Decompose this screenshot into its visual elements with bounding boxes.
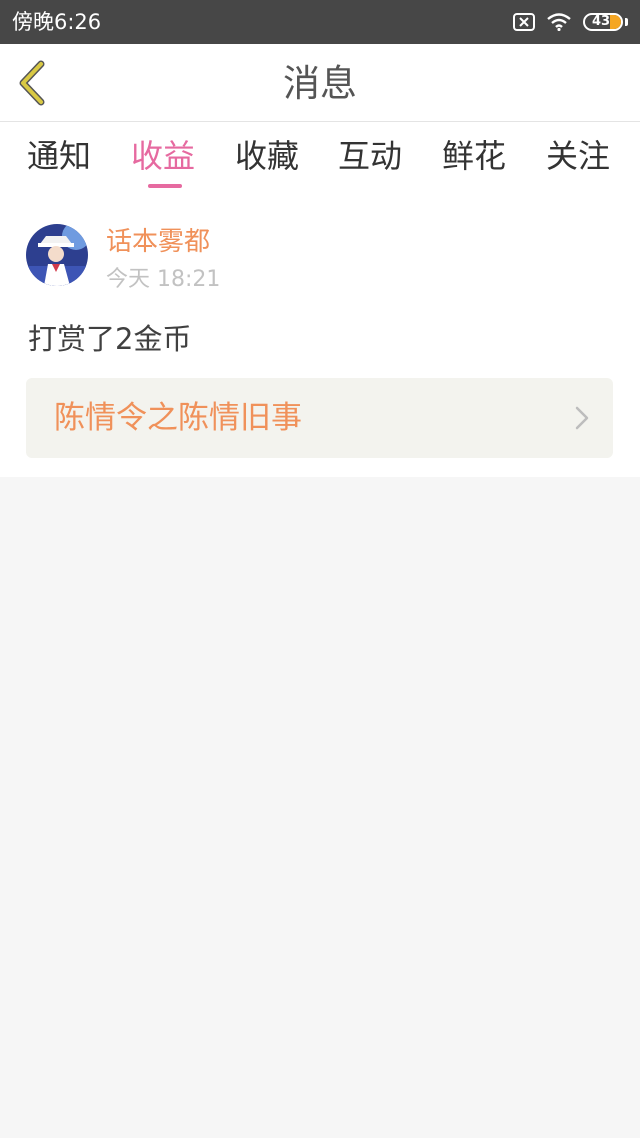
message-card: 话本雾都 今天 18:21 打赏了2金币 陈情令之陈情旧事 [0, 196, 640, 477]
timestamp: 今天 18:21 [106, 267, 221, 292]
active-tab-indicator [148, 184, 182, 188]
tab-interactions[interactable]: 互动 [338, 136, 402, 176]
battery-icon: 43 [583, 13, 623, 31]
book-link[interactable]: 陈情令之陈情旧事 [26, 378, 613, 458]
tab-notifications[interactable]: 通知 [27, 136, 91, 176]
tab-earnings[interactable]: 收益 [131, 136, 195, 176]
status-bar: 傍晚6:26 43 [0, 0, 640, 44]
status-time: 傍晚6:26 [12, 10, 102, 34]
message-text: 打赏了2金币 [28, 322, 192, 356]
username[interactable]: 话本雾都 [106, 226, 210, 258]
chevron-right-icon [575, 406, 589, 430]
tab-favorites[interactable]: 收藏 [235, 136, 299, 176]
sim-card-disabled-icon [513, 13, 535, 31]
tab-following[interactable]: 关注 [546, 136, 610, 176]
book-title: 陈情令之陈情旧事 [54, 400, 302, 436]
tab-bar: 通知 收益 收藏 互动 鲜花 关注 [0, 122, 640, 196]
battery-cap [625, 18, 628, 26]
wifi-icon [547, 13, 571, 31]
page-title: 消息 [283, 62, 357, 105]
header: 消息 [0, 44, 640, 122]
battery-level: 43 [591, 14, 611, 29]
status-icons: 43 [513, 10, 628, 34]
avatar[interactable] [26, 224, 88, 286]
tab-flowers[interactable]: 鲜花 [442, 136, 506, 176]
